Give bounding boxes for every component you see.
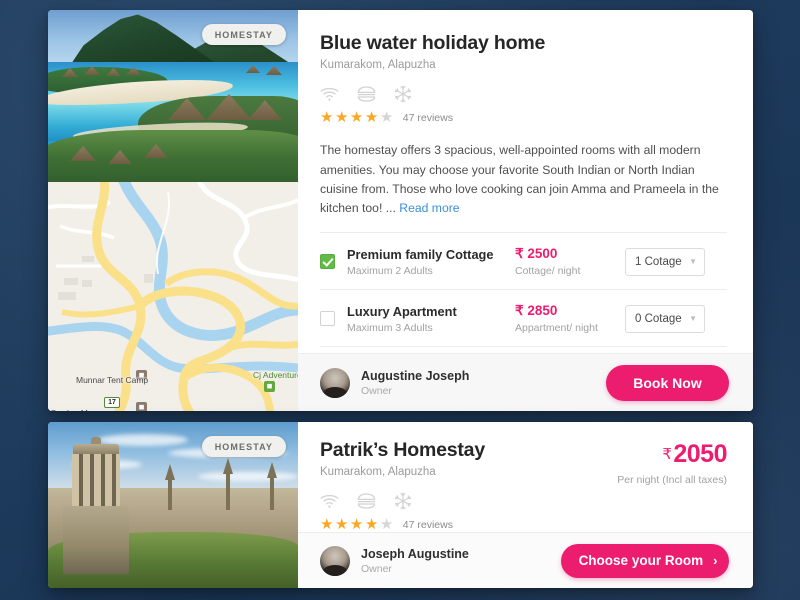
homestay-badge: HOMESTAY <box>201 24 286 45</box>
ac-icon <box>394 85 412 104</box>
choose-room-label: Choose your Room <box>578 553 704 569</box>
owner-name: Joseph Augustine <box>361 546 469 561</box>
star-icon-filled: ★ <box>320 516 334 534</box>
amenities-list <box>320 85 727 104</box>
price-note: Per night (Incl all taxes) <box>617 474 727 486</box>
map-label-garden-munnar: Garden Munnar <box>50 408 110 411</box>
food-icon <box>357 86 376 103</box>
choose-your-room-button[interactable]: Choose your Room › <box>561 543 729 578</box>
room-price: ₹ 2500 <box>515 246 558 262</box>
read-more-link[interactable]: Read more <box>399 201 459 215</box>
review-count[interactable]: 47 reviews <box>403 519 453 531</box>
owner-footer-bar: Joseph Augustine Owner Choose your Room … <box>298 532 753 588</box>
description-text: The homestay offers 3 spacious, well-app… <box>320 143 719 216</box>
room-checkbox-luxury-apartment[interactable] <box>320 311 335 327</box>
book-now-button[interactable]: Book Now <box>606 364 729 401</box>
star-icon-filled: ★ <box>334 516 349 534</box>
avatar <box>320 367 350 398</box>
listing-location: Kumarakom, Alapuzha <box>320 466 436 479</box>
map-label-munnar-tent-camp: Munnar Tent Camp <box>76 375 149 385</box>
room-row[interactable]: Luxury Apartment Maximum 3 Adults ₹ 2850… <box>320 289 727 348</box>
room-capacity: Maximum 3 Adults <box>347 321 433 334</box>
wifi-icon <box>320 87 339 102</box>
amenities-list <box>320 492 485 511</box>
room-options-table: Premium family Cottage Maximum 2 Adults … <box>320 232 727 348</box>
map-poi-store-icon: ◼ <box>136 402 147 411</box>
listing-photo-edinburgh-cityscape: HOMESTAY <box>48 422 298 588</box>
avatar <box>320 545 350 576</box>
room-capacity: Maximum 2 Adults <box>347 264 433 277</box>
rupee-icon: ₹ <box>662 446 672 463</box>
room-quantity-select[interactable]: 0 Cotage ▼ <box>625 304 705 333</box>
star-icon-filled: ★ <box>364 109 379 127</box>
star-icon-filled: ★ <box>349 109 364 127</box>
room-quantity-select[interactable]: 1 Cotage ▼ <box>625 247 705 276</box>
chevron-right-icon: › <box>713 553 718 569</box>
owner-name: Augustine Joseph <box>361 368 470 383</box>
star-icon-empty: ★ <box>379 516 394 534</box>
book-now-label: Book Now <box>633 374 702 391</box>
room-name: Premium family Cottage <box>347 246 494 262</box>
room-row[interactable]: Premium family Cottage Maximum 2 Adults … <box>320 232 727 289</box>
review-count[interactable]: 47 reviews <box>403 112 453 124</box>
star-icon-filled: ★ <box>320 109 334 127</box>
listing-price-amount: 2050 <box>673 440 727 468</box>
price-block: ₹2050 Per night (Incl all taxes) <box>617 439 727 487</box>
page-title: Blue water holiday home <box>320 32 546 54</box>
listing-media-column: HOMESTAY <box>48 10 298 411</box>
star-icon-empty: ★ <box>379 109 394 127</box>
homestay-badge: HOMESTAY <box>201 436 286 457</box>
owner-footer-bar: Augustine Joseph Owner Book Now <box>298 353 753 411</box>
listing-media-column: HOMESTAY <box>48 422 298 588</box>
owner-role: Owner <box>361 562 392 575</box>
rating-row: ★ ★ ★ ★ ★ 47 reviews <box>320 110 727 125</box>
star-rating: ★ ★ ★ ★ ★ <box>320 517 394 532</box>
rating-row: ★ ★ ★ ★ ★ 47 reviews <box>320 517 485 532</box>
star-icon-filled: ★ <box>349 516 364 534</box>
listing-content-column: Patrik’s Homestay Kumarakom, Alapuzha ★ … <box>298 422 753 588</box>
room-price-unit: Cottage/ night <box>515 265 581 278</box>
listing-card-patriks-homestay[interactable]: HOMESTAY Patrik’s Homestay Kumarakom, Al… <box>48 422 753 588</box>
map-label-cj-adventures: Cj Adventures <box>253 370 298 380</box>
chevron-down-icon: ▼ <box>689 314 697 324</box>
room-price-unit: Appartment/ night <box>515 322 598 335</box>
listing-location-map[interactable]: 17 18 85 85 18 17 ◼ ◼ ◼ ◼ ◼ ◼ ◼ Munnar T… <box>48 182 298 411</box>
listing-description: The homestay offers 3 spacious, well-app… <box>320 141 727 218</box>
room-checkbox-premium-family-cottage[interactable] <box>320 254 335 270</box>
room-quantity-value: 0 Cotage <box>635 312 682 325</box>
star-icon-filled: ★ <box>334 109 349 127</box>
ac-icon <box>394 492 412 511</box>
page-title: Patrik’s Homestay <box>320 439 485 461</box>
map-poi-adventure-icon: ◼ <box>264 381 275 392</box>
listing-price: ₹2050 <box>617 442 727 467</box>
chevron-down-icon: ▼ <box>689 257 697 267</box>
listing-card-blue-water-holiday-home[interactable]: HOMESTAY 17 ◼ ◼ ◼ Munnar Tent Camp Cj Ad… <box>48 10 753 411</box>
listing-content-column: Blue water holiday home Kumarakom, Alapu… <box>298 10 753 411</box>
owner-role: Owner <box>361 384 392 397</box>
wifi-icon <box>320 494 339 509</box>
room-name: Luxury Apartment <box>347 303 457 319</box>
listing-photo-tropical-resort: HOMESTAY <box>48 10 298 182</box>
dugald-stewart-monument <box>59 437 133 574</box>
star-rating: ★ ★ ★ ★ ★ <box>320 110 394 125</box>
map-shield-17: 17 <box>104 397 120 408</box>
star-icon-filled: ★ <box>364 516 379 534</box>
listing-location: Kumarakom, Alapuzha <box>320 59 436 72</box>
food-icon <box>357 493 376 510</box>
room-price: ₹ 2850 <box>515 303 558 319</box>
room-quantity-value: 1 Cotage <box>635 255 682 268</box>
